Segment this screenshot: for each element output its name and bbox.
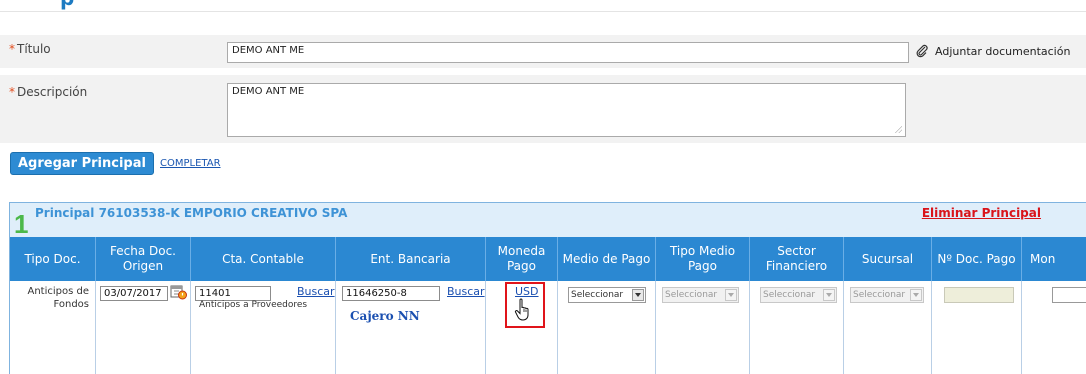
required-mark: * xyxy=(9,42,15,56)
principal-number: 1 xyxy=(14,209,29,239)
descripcion-label-text: Descripción xyxy=(17,85,88,99)
descripcion-label: * Descripción xyxy=(9,85,87,99)
sector-value: Seleccionar xyxy=(763,290,816,300)
cell-moneda: USD xyxy=(486,281,558,374)
page-title-fragment: p xyxy=(60,0,74,10)
col-tipo-doc: Tipo Doc. xyxy=(10,237,96,281)
cell-doc-pago xyxy=(932,281,1022,374)
add-principal-button[interactable]: Agregar Principal xyxy=(10,152,154,175)
divider xyxy=(0,11,1086,12)
titulo-value: DEMO ANT ME xyxy=(232,45,305,56)
cta-buscar-link[interactable]: Buscar xyxy=(297,285,335,298)
chevron-down-icon xyxy=(632,289,644,301)
col-sucursal: Sucursal xyxy=(844,237,932,281)
chevron-down-icon xyxy=(823,289,835,301)
calendar-icon[interactable] xyxy=(170,284,188,300)
sucursal-select[interactable]: Seleccionar xyxy=(850,287,924,303)
col-doc-pago: Nº Doc. Pago xyxy=(932,237,1022,281)
col-monto: Mon xyxy=(1022,237,1086,281)
cell-tipo-doc: Anticipos de Fondos xyxy=(10,281,96,374)
cta-desc: Anticipos a Proveedores xyxy=(199,300,308,310)
ent-buscar-link[interactable]: Buscar xyxy=(447,285,485,298)
col-cta-contable: Cta. Contable xyxy=(191,237,336,281)
tipo-doc-value: Anticipos de Fondos xyxy=(27,286,89,310)
col-moneda-pago: Moneda Pago xyxy=(486,237,558,281)
titulo-label-text: Título xyxy=(17,42,51,56)
cell-sector: Seleccionar xyxy=(750,281,844,374)
sucursal-value: Seleccionar xyxy=(853,290,906,300)
cell-medio-pago: Seleccionar xyxy=(558,281,656,374)
cta-input[interactable]: 11401 xyxy=(195,286,271,301)
titulo-label: * Título xyxy=(9,42,51,56)
resize-handle-icon[interactable] xyxy=(894,125,902,133)
attach-label: Adjuntar documentación xyxy=(935,44,1071,58)
col-ent-bancaria: Ent. Bancaria xyxy=(336,237,486,281)
principal-title: Principal 76103538-K EMPORIO CREATIVO SP… xyxy=(35,206,348,220)
moneda-link[interactable]: USD xyxy=(515,285,539,298)
cell-monto xyxy=(1022,281,1086,374)
paperclip-icon xyxy=(915,44,929,58)
principal-header: 1 Principal 76103538-K EMPORIO CREATIVO … xyxy=(10,203,1086,239)
tipo-medio-select[interactable]: Seleccionar xyxy=(662,287,739,303)
required-mark: * xyxy=(9,85,15,99)
monto-input[interactable] xyxy=(1052,287,1086,303)
cell-tipo-medio: Seleccionar xyxy=(656,281,750,374)
doc-pago-input[interactable] xyxy=(944,287,1014,303)
col-medio-pago: Medio de Pago xyxy=(558,237,656,281)
cell-cta-contable: 11401 Buscar Anticipos a Proveedores xyxy=(191,281,336,374)
eliminar-principal-link[interactable]: Eliminar Principal xyxy=(922,206,1041,220)
principal-panel: 1 Principal 76103538-K EMPORIO CREATIVO … xyxy=(9,202,1086,374)
descripcion-value: DEMO ANT ME xyxy=(232,86,305,97)
ent-input[interactable]: 11646250-8 xyxy=(342,286,440,301)
col-fecha-doc: Fecha Doc. Origen xyxy=(96,237,191,281)
chevron-down-icon xyxy=(910,289,922,301)
col-tipo-medio-pago: Tipo Medio Pago xyxy=(656,237,750,281)
titulo-input[interactable]: DEMO ANT ME xyxy=(227,42,909,63)
hand-cursor-icon xyxy=(514,298,532,322)
chevron-down-icon xyxy=(725,289,737,301)
ent-desc: Cajero NN xyxy=(350,309,420,323)
descripcion-textarea[interactable]: DEMO ANT ME xyxy=(227,83,906,137)
completar-link[interactable]: COMPLETAR xyxy=(160,158,221,169)
table-header: Tipo Doc. Fecha Doc. Origen Cta. Contabl… xyxy=(10,237,1086,281)
cell-fecha: 03/07/2017 xyxy=(96,281,191,374)
medio-pago-value: Seleccionar xyxy=(571,290,624,300)
medio-pago-select[interactable]: Seleccionar xyxy=(568,287,646,303)
tipo-medio-value: Seleccionar xyxy=(665,290,718,300)
attach-button[interactable]: Adjuntar documentación xyxy=(915,44,1070,58)
cell-ent-bancaria: 11646250-8 Buscar Cajero NN xyxy=(336,281,486,374)
fecha-input[interactable]: 03/07/2017 xyxy=(100,286,168,301)
col-sector-financiero: Sector Financiero xyxy=(750,237,844,281)
cell-sucursal: Seleccionar xyxy=(844,281,932,374)
sector-select[interactable]: Seleccionar xyxy=(760,287,837,303)
table-row: Anticipos de Fondos 03/07/2017 11401 Bus… xyxy=(10,281,1086,374)
